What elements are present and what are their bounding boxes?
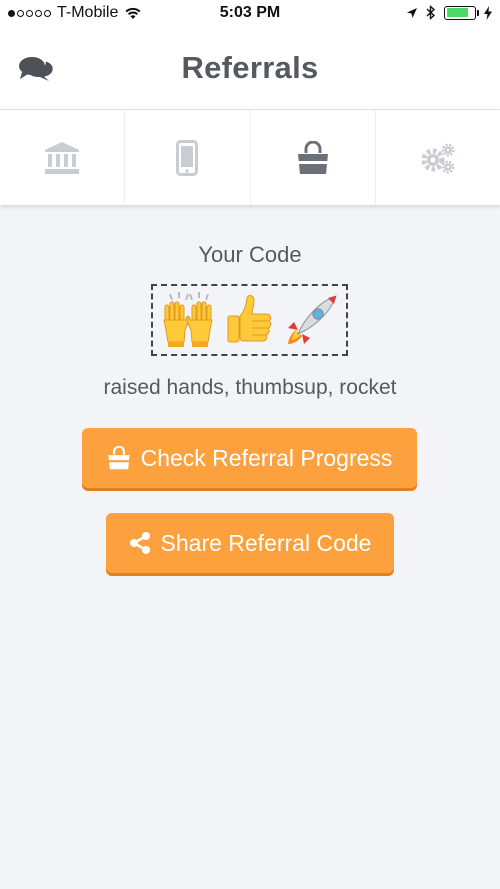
tab-settings[interactable] <box>376 110 500 205</box>
tab-bank[interactable] <box>0 110 126 205</box>
page-title: Referrals <box>181 50 319 85</box>
raised-hands-emoji <box>162 292 213 347</box>
tab-mobile[interactable] <box>125 110 251 205</box>
check-referral-progress-button[interactable]: Check Referral Progress <box>82 428 417 488</box>
charging-icon <box>484 5 492 20</box>
bank-icon <box>45 141 80 174</box>
mobile-phone-icon <box>176 139 199 176</box>
bluetooth-icon <box>426 5 436 20</box>
tab-bar <box>0 110 500 205</box>
status-right <box>406 5 492 20</box>
status-bar: T-Mobile 5:03 PM <box>0 0 500 30</box>
rocket-emoji <box>287 295 337 344</box>
share-referral-code-button[interactable]: Share Referral Code <box>106 513 394 573</box>
shopping-bag-icon <box>108 446 130 470</box>
header: Referrals <box>0 30 500 110</box>
code-title: Your Code <box>198 242 302 267</box>
location-arrow-icon <box>407 7 417 18</box>
shopping-bag-icon <box>297 140 328 174</box>
code-description: raised hands, thumbsup, rocket <box>103 376 397 399</box>
check-referral-progress-label: Check Referral Progress <box>140 444 393 471</box>
tab-shop[interactable] <box>251 110 376 205</box>
battery-fill <box>446 8 469 17</box>
share-referral-code-label: Share Referral Code <box>160 529 372 556</box>
gears-icon <box>421 143 455 173</box>
battery-icon <box>444 5 479 20</box>
referral-code-box <box>151 284 348 356</box>
share-icon <box>129 532 150 554</box>
thumbsup-emoji <box>227 295 271 343</box>
